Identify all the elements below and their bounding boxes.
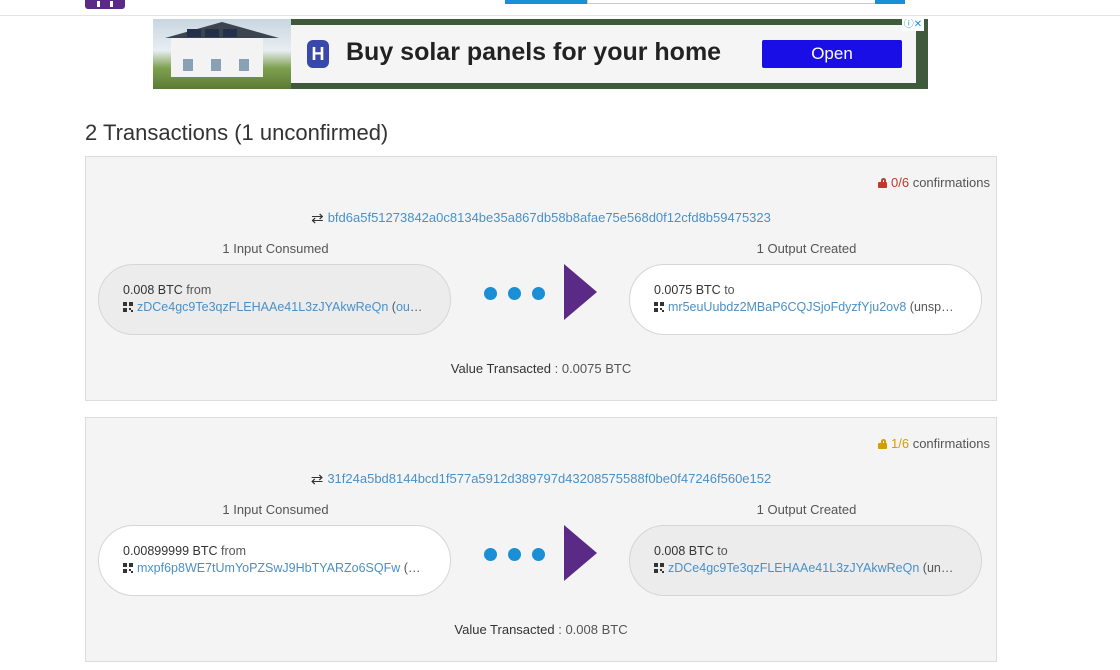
- unlock-icon: [877, 439, 889, 449]
- confirmations-label: confirmations: [912, 436, 990, 451]
- input-amount: 0.008 BTC: [123, 283, 183, 297]
- transfer-arrows-icon: ⇄: [311, 210, 324, 227]
- output-status: (unspent): [922, 561, 954, 575]
- inputs-label: 1 Input Consumed: [222, 502, 329, 517]
- output-bubble: 0.008 BTC to zDCe4gc9Te3qzFLEHAAe41L3zJY…: [629, 525, 982, 596]
- value-label: Value Transacted: [450, 361, 551, 376]
- qr-code-icon[interactable]: [123, 563, 133, 573]
- output-direction: to: [717, 544, 728, 558]
- transaction-card: 1/6 confirmations ⇄ 31f24a5bd8144bcd1f577…: [85, 417, 997, 662]
- output-status: (unspent): [909, 300, 954, 314]
- confirmations-label: confirmations: [912, 175, 990, 190]
- qr-code-icon[interactable]: [654, 563, 664, 573]
- nav-button[interactable]: [505, 0, 587, 4]
- ad-choices-icon[interactable]: ⓘ✕: [902, 19, 924, 31]
- value-transacted: Value Transacted : 0.008 BTC: [86, 622, 996, 637]
- output-direction: to: [724, 283, 735, 297]
- input-amount: 0.00899999 BTC: [123, 544, 218, 558]
- output-bubble: 0.0075 BTC to mr5euUubdz2MBaP6CQJSjoFdyz…: [629, 264, 982, 335]
- flow-dot: [532, 548, 545, 561]
- search-input[interactable]: [587, 0, 877, 4]
- output-amount: 0.0075 BTC: [654, 283, 721, 297]
- flow-dot: [508, 287, 521, 300]
- unlock-icon: [877, 178, 889, 188]
- txid-row: ⇄ 31f24a5bd8144bcd1f577a5912d389797d43208…: [86, 470, 996, 488]
- ad-brand-icon: H: [307, 40, 329, 68]
- top-navbar: [0, 0, 1120, 16]
- confirmations-count: 1/6: [890, 436, 910, 451]
- value-transacted: Value Transacted : 0.0075 BTC: [86, 361, 996, 376]
- value-separator: :: [554, 622, 566, 637]
- output-address-link[interactable]: zDCe4gc9Te3qzFLEHAAe41L3zJYAkwReQn: [668, 561, 919, 575]
- value-amount: 0.008 BTC: [565, 622, 628, 637]
- input-address-link[interactable]: zDCe4gc9Te3qzFLEHAAe41L3zJYAkwReQn: [137, 300, 388, 314]
- flow-dot: [484, 548, 497, 561]
- ad-card[interactable]: H Buy solar panels for your home Open: [291, 25, 916, 83]
- qr-code-icon[interactable]: [123, 302, 133, 312]
- outputs-label: 1 Output Created: [756, 502, 857, 517]
- input-bubble: 0.00899999 BTC from mxpf6p8WE7tUmYoPZSwJ…: [98, 525, 451, 596]
- input-output-link[interactable]: output: [396, 300, 423, 314]
- txid-link[interactable]: bfd6a5f51273842a0c8134be35a867db58b8afae…: [328, 210, 771, 225]
- input-bubble: 0.008 BTC from zDCe4gc9Te3qzFLEHAAe41L3z…: [98, 264, 451, 335]
- ad-house-image: [153, 19, 291, 89]
- paren-open: (: [403, 561, 408, 575]
- inputs-label: 1 Input Consumed: [222, 241, 329, 256]
- ad-banner[interactable]: H Buy solar panels for your home Open ⓘ✕: [153, 19, 928, 89]
- house-illustration: [171, 37, 263, 77]
- page-title: 2 Transactions (1 unconfirmed): [85, 120, 389, 145]
- confirmations-status: 1/6 confirmations: [877, 436, 990, 451]
- flow-indicator: [484, 264, 604, 320]
- value-amount: 0.0075 BTC: [561, 361, 632, 376]
- input-direction: from: [221, 544, 246, 558]
- confirmations-status: 0/6 confirmations: [877, 175, 990, 190]
- site-logo[interactable]: [85, 0, 125, 9]
- outputs-label: 1 Output Created: [756, 241, 857, 256]
- play-arrow-icon: [564, 264, 597, 320]
- transaction-card: 0/6 confirmations ⇄ bfd6a5f51273842a0c813…: [85, 156, 997, 401]
- txid-row: ⇄ bfd6a5f51273842a0c8134be35a867db58b8afa…: [86, 209, 996, 227]
- ad-open-button[interactable]: Open: [762, 40, 902, 68]
- flow-dot: [532, 287, 545, 300]
- flow-dot: [508, 548, 521, 561]
- play-arrow-icon: [564, 525, 597, 581]
- transfer-arrows-icon: ⇄: [310, 471, 324, 488]
- value-separator: :: [551, 361, 562, 376]
- ad-headline[interactable]: Buy solar panels for your home: [346, 38, 721, 67]
- input-direction: from: [186, 283, 212, 297]
- flow-indicator: [484, 525, 604, 581]
- output-address-link[interactable]: mr5euUubdz2MBaP6CQJSjoFdyzfYju2ov8: [668, 300, 906, 314]
- search-button[interactable]: [875, 0, 905, 4]
- value-label: Value Transacted: [454, 622, 555, 637]
- confirmations-count: 0/6: [890, 175, 910, 190]
- qr-code-icon[interactable]: [654, 302, 664, 312]
- txid-link[interactable]: 31f24a5bd8144bcd1f577a5912d389797d432085…: [327, 471, 771, 486]
- flow-dot: [484, 287, 497, 300]
- input-address-link[interactable]: mxpf6p8WE7tUmYoPZSwJ9HbTYARZo6SQFw: [137, 561, 400, 575]
- output-amount: 0.008 BTC: [654, 544, 714, 558]
